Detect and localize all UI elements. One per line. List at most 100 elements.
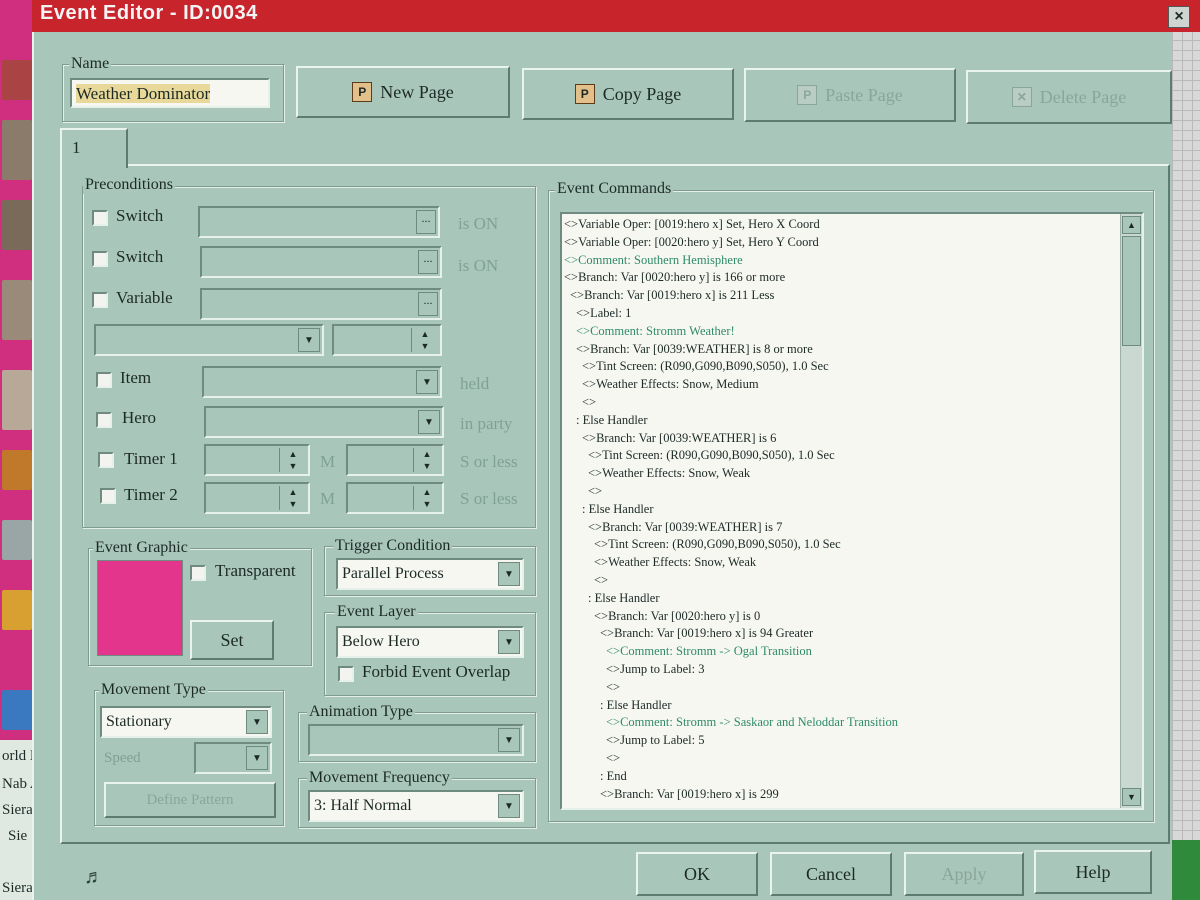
- variable-browse-button[interactable]: ...: [418, 292, 438, 316]
- command-line[interactable]: <>Branch: Var [0039:WEATHER] is 7: [564, 519, 1120, 537]
- timer2-checkbox[interactable]: [100, 488, 116, 504]
- hero-select[interactable]: ▼: [204, 406, 444, 438]
- command-line[interactable]: <>: [564, 572, 1120, 590]
- copy-page-button[interactable]: P Copy Page: [522, 68, 734, 120]
- name-input[interactable]: Weather Dominator: [70, 78, 270, 108]
- event-commands-list[interactable]: <>Variable Oper: [0019:hero x] Set, Hero…: [560, 212, 1144, 810]
- chevron-down-icon[interactable]: ▼: [416, 370, 438, 394]
- stepper-arrows[interactable]: ▲ ▼: [413, 448, 440, 472]
- timer1-minutes-stepper[interactable]: ▲ ▼: [204, 444, 310, 476]
- event-layer-value: Below Hero: [342, 633, 420, 650]
- command-line[interactable]: <>: [564, 679, 1120, 697]
- variable-value-stepper[interactable]: ▲ ▼: [332, 324, 442, 356]
- command-line[interactable]: : Else Handler: [564, 697, 1120, 715]
- command-line[interactable]: <>Weather Effects: Snow, Weak: [564, 554, 1120, 572]
- delete-page-button[interactable]: ✕ Delete Page: [966, 70, 1172, 124]
- command-line[interactable]: <>Branch: Var [0019:hero x] is 94 Greate…: [564, 625, 1120, 643]
- scroll-up-arrow-icon[interactable]: ▲: [1122, 216, 1141, 234]
- movement-frequency-select[interactable]: 3: Half Normal ▼: [308, 790, 524, 822]
- variable-compare-select[interactable]: ▼: [94, 324, 324, 356]
- new-page-label: New Page: [380, 81, 454, 102]
- timer2-minutes-stepper[interactable]: ▲ ▼: [204, 482, 310, 514]
- timer2-seconds-stepper[interactable]: ▲ ▼: [346, 482, 444, 514]
- timer1-checkbox[interactable]: [98, 452, 114, 468]
- chevron-down-icon[interactable]: ▼: [498, 630, 520, 654]
- variable-field[interactable]: ...: [200, 288, 442, 320]
- switch2-browse-button[interactable]: ...: [418, 250, 438, 274]
- command-line[interactable]: <>Branch: Var [0039:WEATHER] is 6: [564, 430, 1120, 448]
- hero-checkbox[interactable]: [96, 412, 112, 428]
- command-line[interactable]: : Else Handler: [564, 590, 1120, 608]
- switch1-checkbox[interactable]: [92, 210, 108, 226]
- transparent-checkbox[interactable]: [190, 565, 206, 581]
- command-line[interactable]: <>Comment: Stromm -> Ogal Transition: [564, 643, 1120, 661]
- timer1-seconds-stepper[interactable]: ▲ ▼: [346, 444, 444, 476]
- help-button[interactable]: Help: [1034, 850, 1152, 894]
- stepper-arrows[interactable]: ▲ ▼: [413, 486, 440, 510]
- event-layer-select[interactable]: Below Hero ▼: [336, 626, 524, 658]
- paste-page-button[interactable]: P Paste Page: [744, 68, 956, 122]
- command-line[interactable]: <>: [564, 750, 1120, 768]
- movement-type-select[interactable]: Stationary ▼: [100, 706, 272, 738]
- switch1-field[interactable]: ...: [198, 206, 440, 238]
- commands-scrollbar[interactable]: ▲ ▼: [1120, 214, 1142, 808]
- switch2-checkbox[interactable]: [92, 251, 108, 267]
- command-line[interactable]: <>Branch: Var [0020:hero y] is 0: [564, 608, 1120, 626]
- command-line[interactable]: <>Branch: Var [0020:hero y] is 166 or mo…: [564, 269, 1120, 287]
- trigger-condition-select[interactable]: Parallel Process ▼: [336, 558, 524, 590]
- command-line[interactable]: <>Tint Screen: (R090,G090,B090,S050), 1.…: [564, 536, 1120, 554]
- command-line[interactable]: <>Comment: Southern Hemisphere: [564, 252, 1120, 270]
- command-line[interactable]: <>Tint Screen: (R090,G090,B090,S050), 1.…: [564, 447, 1120, 465]
- command-line[interactable]: <>Label: 1: [564, 305, 1120, 323]
- chevron-down-icon[interactable]: ▼: [498, 728, 520, 752]
- chevron-down-icon[interactable]: ▼: [498, 794, 520, 818]
- stepper-arrows[interactable]: ▲ ▼: [411, 328, 438, 352]
- command-line[interactable]: <>Branch: Var [0019:hero x] is 299: [564, 786, 1120, 804]
- switch2-field[interactable]: ...: [200, 246, 442, 278]
- cancel-button[interactable]: Cancel: [770, 852, 892, 896]
- command-line[interactable]: <>Jump to Label: 5: [564, 732, 1120, 750]
- command-line[interactable]: <>Weather Effects: Snow, Medium: [564, 376, 1120, 394]
- ok-button[interactable]: OK: [636, 852, 758, 896]
- close-button[interactable]: ×: [1168, 6, 1190, 28]
- chevron-down-icon[interactable]: ▼: [298, 328, 320, 352]
- chevron-down-icon[interactable]: ▼: [418, 410, 440, 434]
- chevron-down-icon[interactable]: ▼: [246, 710, 268, 734]
- command-line[interactable]: <>Comment: Stromm Weather!: [564, 323, 1120, 341]
- item-checkbox[interactable]: [96, 372, 112, 388]
- animation-type-select[interactable]: ▼: [308, 724, 524, 756]
- tree-item[interactable]: Sie: [8, 828, 27, 845]
- command-line[interactable]: <>: [564, 483, 1120, 501]
- command-line[interactable]: : Else Handler: [564, 412, 1120, 430]
- variable-checkbox[interactable]: [92, 292, 108, 308]
- scroll-down-arrow-icon[interactable]: ▼: [1122, 788, 1141, 806]
- command-line[interactable]: <>Branch: Var [0019:hero x] is 211 Less: [564, 287, 1120, 305]
- event-graphic-preview[interactable]: [97, 560, 183, 656]
- speed-select[interactable]: ▼: [194, 742, 272, 774]
- chevron-down-icon[interactable]: ▼: [498, 562, 520, 586]
- music-note-icon[interactable]: ♬: [84, 866, 104, 889]
- chevron-down-icon[interactable]: ▼: [246, 746, 268, 770]
- define-pattern-button[interactable]: Define Pattern: [104, 782, 276, 818]
- command-line[interactable]: <>Comment: Stromm -> Saskaor and Nelodda…: [564, 714, 1120, 732]
- item-select[interactable]: ▼: [202, 366, 442, 398]
- stepper-arrows[interactable]: ▲ ▼: [279, 486, 306, 510]
- apply-button[interactable]: Apply: [904, 852, 1024, 896]
- tile-graphic: [2, 200, 32, 250]
- command-line[interactable]: <>Tint Screen: (R090,G090,B090,S050), 1.…: [564, 358, 1120, 376]
- command-line[interactable]: <>Variable Oper: [0019:hero x] Set, Hero…: [564, 216, 1120, 234]
- command-line[interactable]: : Else Handler: [564, 501, 1120, 519]
- set-graphic-button[interactable]: Set: [190, 620, 274, 660]
- switch1-browse-button[interactable]: ...: [416, 210, 436, 234]
- command-line[interactable]: <>Branch: Var [0039:WEATHER] is 8 or mor…: [564, 341, 1120, 359]
- stepper-arrows[interactable]: ▲ ▼: [279, 448, 306, 472]
- tab-page-1[interactable]: 1: [60, 128, 128, 168]
- scroll-thumb[interactable]: [1122, 236, 1141, 346]
- new-page-button[interactable]: P New Page: [296, 66, 510, 118]
- command-line[interactable]: <>Variable Oper: [0020:hero y] Set, Hero…: [564, 234, 1120, 252]
- command-line[interactable]: <>: [564, 394, 1120, 412]
- forbid-overlap-checkbox[interactable]: [338, 666, 354, 682]
- command-line[interactable]: <>Jump to Label: 3: [564, 661, 1120, 679]
- command-line[interactable]: : End: [564, 768, 1120, 786]
- command-line[interactable]: <>Weather Effects: Snow, Weak: [564, 465, 1120, 483]
